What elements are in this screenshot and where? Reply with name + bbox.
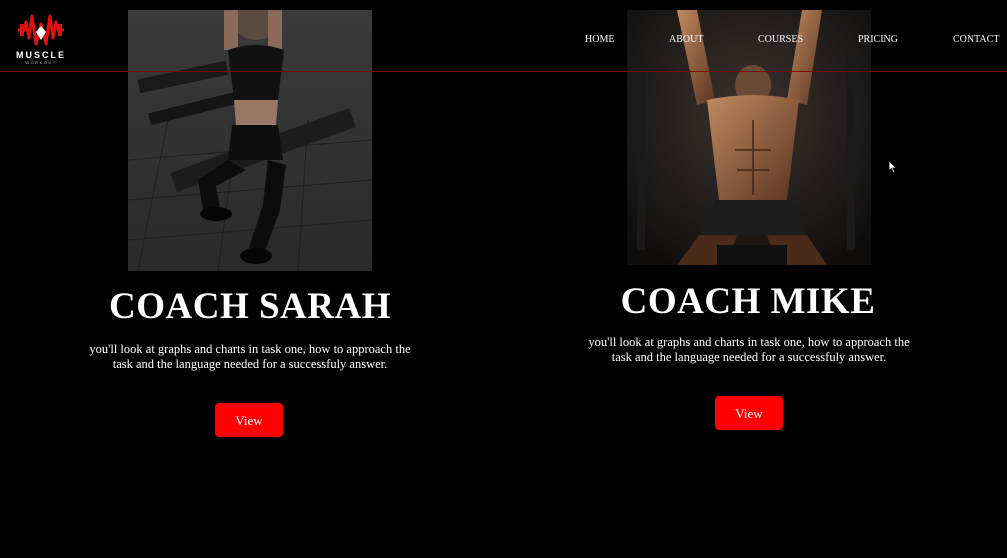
nav-courses[interactable]: COURSES	[758, 33, 803, 47]
main-nav: HOME ABOUT COURSES PRICING CONTACT	[0, 33, 1007, 47]
nav-contact[interactable]: CONTACT	[953, 33, 999, 47]
nav-about[interactable]: ABOUT	[669, 33, 703, 47]
coach-mike-name: COACH MIKE	[620, 281, 876, 322]
brand-name: MUSCLE	[16, 50, 66, 60]
coach-mike-view-button[interactable]: View	[715, 396, 783, 430]
coach-sarah-description: you'll look at graphs and charts in task…	[89, 342, 411, 371]
brand-subtitle: WORKOUT	[25, 60, 57, 65]
coach-sarah-view-button[interactable]: View	[215, 403, 283, 437]
top-navbar: MUSCLE WORKOUT HOME ABOUT COURSES PRICIN…	[0, 0, 1007, 72]
coach-sarah-name: COACH SARAH	[109, 286, 391, 327]
nav-pricing[interactable]: PRICING	[858, 33, 898, 47]
nav-home[interactable]: HOME	[585, 33, 614, 47]
mouse-cursor-icon	[888, 160, 898, 174]
coach-mike-description: you'll look at graphs and charts in task…	[588, 335, 910, 364]
